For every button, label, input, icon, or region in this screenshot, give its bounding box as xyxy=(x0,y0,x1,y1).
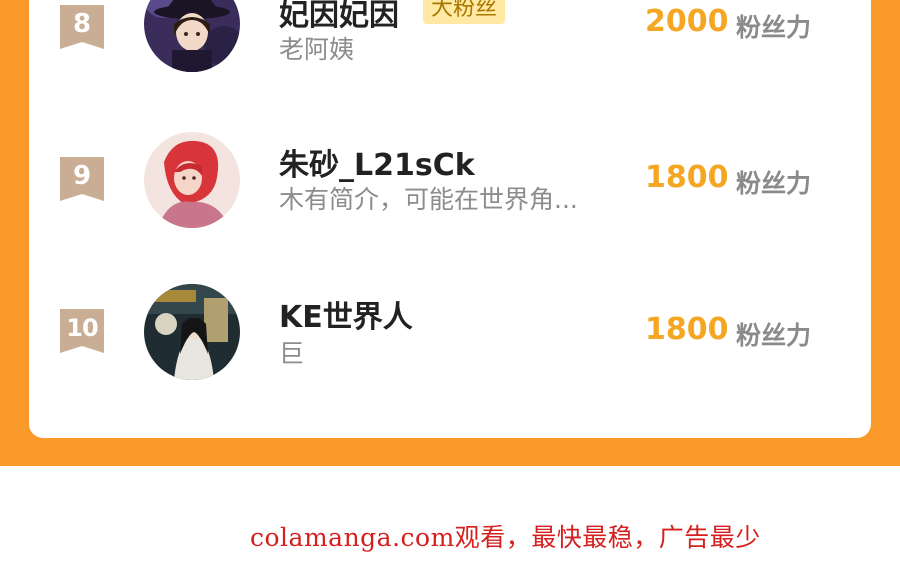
ancient-costume-character-avatar-icon xyxy=(144,284,240,380)
fan-power-score: 1800 xyxy=(645,160,729,195)
fan-badge: 大粉丝 xyxy=(423,0,506,24)
user-bio: 巨 xyxy=(279,339,305,368)
red-hair-mermaid-avatar-icon xyxy=(144,132,240,228)
leaderboard-card: 8 妃因妃因 大粉丝 老阿姨 2000 粉丝力 9 朱砂_L21sCk 木有简介… xyxy=(29,0,871,438)
leaderboard-row[interactable]: 9 朱砂_L21sCk 木有简介，可能在世界角... 1800 粉丝力 xyxy=(29,120,871,228)
leaderboard-row[interactable]: 8 妃因妃因 大粉丝 老阿姨 2000 粉丝力 xyxy=(29,0,871,72)
fan-power-label: 粉丝力 xyxy=(736,321,812,350)
rank-badge: 10 xyxy=(60,309,104,353)
witch-portrait-avatar-icon xyxy=(144,0,240,72)
fan-power-score: 1800 xyxy=(645,312,729,347)
fan-power-label: 粉丝力 xyxy=(736,169,812,198)
user-bio: 木有简介，可能在世界角... xyxy=(279,185,578,214)
user-bio: 老阿姨 xyxy=(279,35,355,64)
user-name[interactable]: 朱砂_L21sCk xyxy=(279,140,475,184)
fan-power-score: 2000 xyxy=(645,4,729,39)
avatar[interactable] xyxy=(144,0,240,72)
rank-badge: 9 xyxy=(60,157,104,201)
avatar[interactable] xyxy=(144,284,240,380)
watermark-ad-text: colamanga.com观看，最快最稳，广告最少 xyxy=(250,523,761,552)
leaderboard-row[interactable]: 10 KE世界人 巨 1800 粉丝力 xyxy=(29,272,871,380)
fan-power-label: 粉丝力 xyxy=(736,13,812,42)
rank-badge: 8 xyxy=(60,5,104,49)
user-name[interactable]: KE世界人 xyxy=(279,292,413,336)
user-name[interactable]: 妃因妃因 xyxy=(279,0,399,34)
avatar[interactable] xyxy=(144,132,240,228)
